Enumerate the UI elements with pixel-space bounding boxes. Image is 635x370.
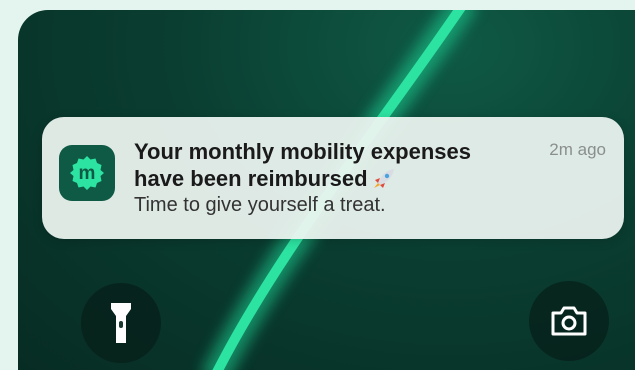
camera-button[interactable] — [529, 281, 609, 361]
notification-title-line1: Your monthly mobility expenses — [134, 139, 471, 164]
app-icon: m — [59, 145, 115, 201]
notification-card[interactable]: m Your monthly mobility expenses have be… — [42, 117, 624, 239]
camera-icon — [551, 306, 587, 336]
flashlight-button[interactable] — [81, 283, 161, 363]
rocket-icon — [372, 167, 396, 195]
app-badge-icon: m — [70, 156, 104, 190]
lock-screen: m Your monthly mobility expenses have be… — [18, 10, 635, 370]
flashlight-icon — [111, 303, 131, 343]
app-icon-letter: m — [79, 163, 96, 184]
notification-timestamp: 2m ago — [549, 140, 606, 159]
notification-title: Your monthly mobility expenses have been… — [134, 138, 529, 195]
notification-body: Time to give yourself a treat. — [134, 194, 386, 216]
notification-title-line2: have been reimbursed — [134, 166, 368, 191]
